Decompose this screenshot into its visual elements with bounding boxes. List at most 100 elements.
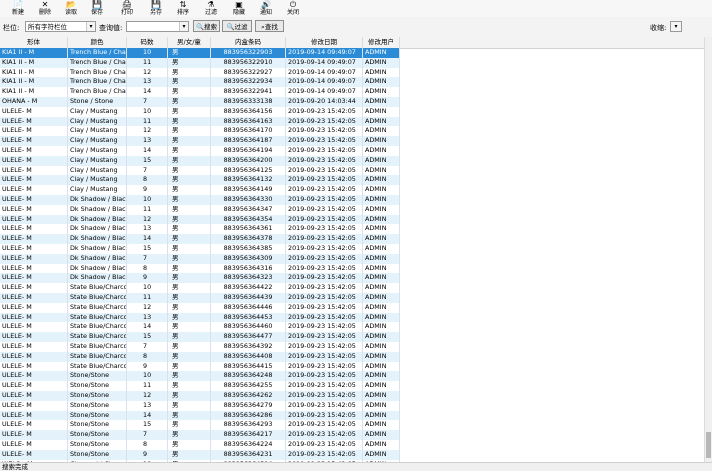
table-row[interactable]: ULELE- M Stone/Stone 12 男 883956364262 2019-0… [0, 391, 400, 401]
toolbar-button-10[interactable]: ⏻ 关闭 [280, 0, 306, 17]
table-row[interactable]: ULELE- M State Blue/Charco 15 男 883956364477… [0, 332, 400, 342]
field-select[interactable]: 所有字符栏位 ▾ [25, 21, 96, 32]
table-cell: 9 [127, 361, 168, 372]
table-row[interactable]: ULELE- M Dk Shadow / Blacl 12 男 883956364354… [0, 214, 400, 225]
table-row[interactable]: ULELE- M Stone/Stone 13 男 883956364279 2019-0… [0, 400, 400, 411]
filter-button[interactable]: 🔍过滤 [222, 20, 252, 32]
find-button[interactable]: ⌕查找 [255, 20, 284, 32]
table-row[interactable]: OHANA - M Stone / Stone 7 男 883956333138 2019… [0, 97, 400, 107]
table-row[interactable]: ULELE- M State Blue/Charco 11 男 883956364439… [0, 293, 400, 303]
table-cell: 男 [168, 87, 211, 97]
table-cell: Clay / Mustang [68, 165, 127, 176]
search-button[interactable]: 🔍搜索 [193, 20, 220, 32]
table-cell: ULELE- M [0, 146, 68, 156]
toolbar-icon: ✕ [41, 0, 49, 9]
table-row[interactable]: ULELE- M Clay / Mustang 12 男 883956364170 201… [0, 126, 400, 137]
table-row[interactable]: ULELE- M Clay / Mustang 7 男 883956364125 2019… [0, 165, 400, 176]
toolbar-button-2[interactable]: 📂 读取 [58, 0, 84, 17]
query-input[interactable]: ▾ [126, 21, 189, 32]
table-cell: 男 [168, 400, 211, 411]
table-cell: 883956322910 [211, 57, 286, 68]
table-row[interactable]: ULELE- M Dk Shadow / Blacl 11 男 883956364347… [0, 204, 400, 215]
table-row[interactable]: KIA1 II - M Trench Blue / Cha 13 男 883956322… [0, 77, 400, 88]
column-header[interactable]: 颜色 [68, 37, 127, 48]
table-row[interactable]: ULELE- M State Blue/Charco 13 男 883956364453… [0, 312, 400, 323]
column-header[interactable]: 码数 [127, 37, 168, 48]
toolbar-button-5[interactable]: 💾 另存 [143, 0, 169, 17]
toolbar-button-6[interactable]: ⇅ 排序 [170, 0, 196, 17]
column-header[interactable]: 男/女/童 [168, 37, 211, 48]
table-row[interactable]: ULELE- M Stone/Stone 8 男 883956364224 2019-09… [0, 440, 400, 450]
table-cell: ULELE- M [0, 273, 68, 284]
column-header[interactable]: 内盒条码 [211, 37, 286, 48]
table-cell: Clay / Mustang [68, 185, 127, 195]
table-row[interactable]: ULELE- M Dk Shadow / Blacl 8 男 883956364316 2… [0, 263, 400, 274]
table-row[interactable]: KIA1 II - M Trench Blue / Cha 12 男 883956322… [0, 67, 400, 78]
table-cell: 883956364262 [211, 391, 286, 401]
table-row[interactable]: ULELE- M Clay / Mustang 15 男 883956364200 201… [0, 155, 400, 166]
table-row[interactable]: ULELE- M Clay / Mustang 10 男 883956364156 201… [0, 106, 400, 117]
table-cell: 2019-09-23 15:42:05 [286, 234, 363, 244]
table-row[interactable]: ULELE- M Dk Shadow / Blacl 9 男 883956364323 2… [0, 273, 400, 284]
table-row[interactable]: ULELE- M Dk Shadow / Blacl 13 男 883956364361… [0, 224, 400, 235]
table-cell: Dk Shadow / Blacl [70, 195, 127, 205]
toolbar-button-7[interactable]: ⚗ 过滤 [198, 0, 224, 17]
table-row[interactable]: KIA1 II - M Trench Blue / Cha 11 男 883956322… [0, 57, 400, 68]
table-cell: 2019-09-14 09:49:07 [286, 67, 363, 78]
table-row[interactable]: ULELE- M State Blue/Charco 8 男 883956364408 2… [0, 351, 400, 362]
table-row[interactable]: ULELE- M Stone/Stone 15 男 883956364293 2019-0… [0, 420, 400, 431]
table-cell: 883956333138 [211, 97, 286, 107]
chevron-down-icon[interactable]: ▾ [179, 22, 188, 31]
table-cell: Stone/Stone [68, 410, 127, 421]
table-row[interactable]: ULELE- M Dk Shadow / Blacl 15 男 883956364385… [0, 244, 400, 254]
column-header[interactable]: 修改用户 [363, 37, 400, 48]
table-row[interactable]: KIA1 II - M Trench Blue / Cha 14 男 883956322… [0, 87, 400, 97]
table-cell: ADMIN [363, 322, 400, 333]
table-row[interactable]: ULELE- M Dk Shadow / Blacl 7 男 883956364309 2… [0, 253, 400, 264]
toolbar-button-4[interactable]: 🖨 打印 [114, 0, 140, 17]
table-row[interactable]: KIA1 II - M Trench Blue / Cha 10 男 883956322… [0, 48, 400, 58]
table-row[interactable]: ULELE- M State Blue/Charco 10 男 883956364422… [0, 283, 400, 293]
table-cell: 883956322941 [211, 87, 286, 97]
toolbar-button-0[interactable]: 📄 新建 [5, 0, 31, 17]
table-row[interactable]: ULELE- M Dk Shadow / Blacl 10 男 883956364330… [0, 195, 400, 205]
table-cell: 883956364422 [211, 283, 286, 293]
vertical-scrollbar[interactable] [704, 37, 712, 462]
table-cell: ULELE- M [0, 361, 68, 372]
toolbar-icon: 🖨 [121, 0, 133, 9]
column-header[interactable]: 修改日期 [286, 37, 363, 48]
table-row[interactable]: ULELE- M Dk Shadow / Blacl 14 男 883956364378… [0, 234, 400, 244]
toolbar-button-1[interactable]: ✕ 删除 [32, 0, 58, 17]
toolbar-button-3[interactable]: 💾 保存 [84, 0, 110, 17]
search-icon: 🔍 [226, 23, 235, 31]
table-row[interactable]: ULELE- M Clay / Mustang 14 男 883956364194 201… [0, 146, 400, 156]
table-row[interactable]: ULELE- M Clay / Mustang 8 男 883956364132 2019… [0, 175, 400, 186]
table-cell: 883956364408 [211, 351, 286, 362]
column-header[interactable]: 形体 [0, 37, 68, 48]
table-row[interactable]: ULELE- M Stone/Stone 9 男 883956364231 2019-09… [0, 449, 400, 460]
table-row[interactable]: ULELE- M State Blue/Charco 9 男 883956364415 2… [0, 361, 400, 372]
chevron-down-icon[interactable]: ▾ [671, 22, 681, 31]
table-row[interactable]: ULELE- M Stone/Stone 10 男 883956364248 2019-0… [0, 371, 400, 382]
table-cell: 2019-09-23 15:42:05 [286, 440, 363, 450]
toolbar-button-9[interactable]: 🔊 通知 [253, 0, 279, 17]
collect-select[interactable]: ▾ [670, 21, 682, 32]
table-cell: 883956364132 [211, 175, 286, 186]
table-row[interactable]: ULELE- M Stone/Stone 7 男 883956364217 2019-09… [0, 430, 400, 440]
table-cell: 男 [168, 273, 211, 284]
table-row[interactable]: ULELE- M Clay / Mustang 13 男 883956364187 201… [0, 136, 400, 146]
table-cell: ADMIN [363, 97, 400, 107]
scrollbar-thumb[interactable] [706, 432, 711, 458]
table-cell: 8 [127, 440, 168, 450]
table-row[interactable]: ULELE- M Clay / Mustang 9 男 883956364149 2019… [0, 185, 400, 195]
table-cell: ULELE- M [0, 430, 68, 440]
chevron-down-icon[interactable]: ▾ [86, 22, 95, 31]
table-row[interactable]: ULELE- M Stone/Stone 14 男 883956364286 2019-0… [0, 410, 400, 421]
table-row[interactable]: ULELE- M Stone/Stone 11 男 883956364255 2019-0… [0, 381, 400, 391]
table-row[interactable]: ULELE- M State Blue/Charco 12 男 883956364446… [0, 302, 400, 313]
table-row[interactable]: ULELE- M Clay / Mustang 11 男 883956364163 201… [0, 116, 400, 127]
table-row[interactable]: ULELE- M State Blue/Charco 14 男 883956364460… [0, 322, 400, 333]
toolbar-button-8[interactable]: ▣ 隐藏 [226, 0, 252, 17]
toolbar-icon: 🔊 [261, 0, 271, 9]
table-row[interactable]: ULELE- M State Blue/Charco 7 男 883956364392 2… [0, 342, 400, 352]
